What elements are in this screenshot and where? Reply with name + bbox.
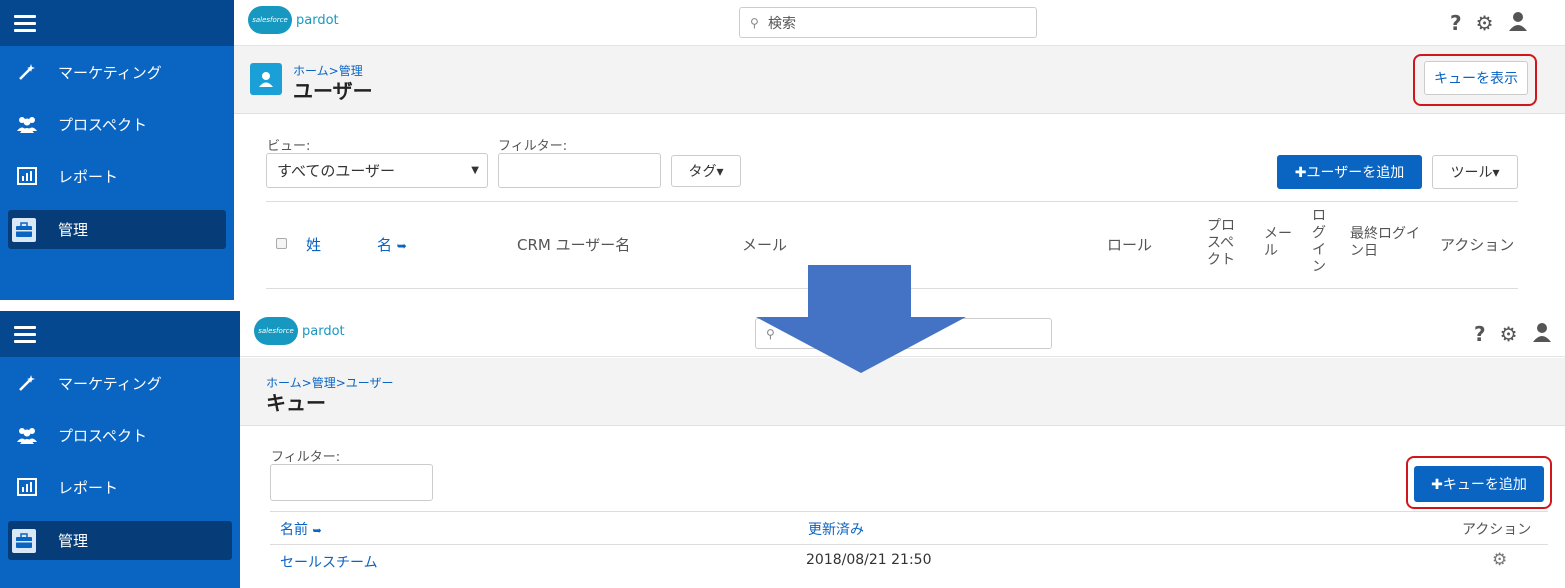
sidebar-header — [0, 311, 240, 357]
col-login: ロ グ イ ン — [1312, 208, 1326, 275]
sidebar-item-reports[interactable]: レポート — [0, 461, 240, 513]
report-icon — [16, 165, 38, 187]
view-label: ビュー: — [267, 139, 311, 154]
page-title: キュー — [266, 391, 326, 415]
divider — [270, 544, 1548, 545]
help-icon[interactable]: ? — [1474, 322, 1486, 347]
filter-input[interactable] — [270, 464, 433, 501]
col-actions: アクション — [1440, 236, 1515, 254]
salesforce-cloud-icon: salesforce — [248, 6, 292, 34]
sidebar: マーケティング プロスペクト レポート 管理 — [0, 0, 234, 300]
col-first-name[interactable]: 名 ➥ — [377, 234, 407, 255]
users-page-screenshot: マーケティング プロスペクト レポート 管理 salesforce pardot — [0, 0, 1565, 300]
pardot-logo[interactable]: salesforce pardot — [254, 317, 345, 345]
sidebar-item-label: プロスペクト — [58, 115, 147, 134]
help-icon[interactable]: ? — [1450, 11, 1462, 36]
sidebar-item-admin[interactable]: 管理 — [8, 210, 226, 249]
salesforce-cloud-icon: salesforce — [254, 317, 298, 345]
sidebar-item-label: マーケティング — [58, 63, 162, 82]
col-updated[interactable]: 更新済み — [808, 519, 864, 539]
highlight-box — [1413, 54, 1537, 106]
sidebar-item-admin[interactable]: 管理 — [8, 521, 232, 560]
sidebar-item-marketing[interactable]: マーケティング — [0, 357, 240, 409]
top-right-icons: ? ⚙ — [1450, 11, 1528, 36]
filter-label: フィルター: — [271, 450, 341, 465]
briefcase-icon — [12, 528, 36, 553]
queue-updated: 2018/08/21 21:50 — [806, 552, 932, 568]
gear-icon[interactable]: ⚙ — [1500, 322, 1518, 347]
report-icon — [16, 476, 38, 498]
page-header: ホーム>管理 ユーザー キューを表示 — [234, 46, 1565, 114]
sort-icon: ➥ — [312, 524, 322, 537]
col-mail: メー ル — [1264, 226, 1292, 259]
tag-button[interactable]: タグ▾ — [671, 155, 741, 187]
sidebar-header — [0, 0, 234, 46]
sidebar-item-marketing[interactable]: マーケティング — [0, 46, 234, 98]
sidebar-item-label: マーケティング — [58, 374, 162, 393]
col-last-name[interactable]: 姓 — [306, 234, 321, 255]
sidebar-item-label: プロスペクト — [58, 426, 147, 445]
users-icon — [16, 113, 38, 135]
highlight-box — [1406, 456, 1552, 509]
pardot-logo[interactable]: salesforce pardot — [248, 6, 339, 34]
col-last-login: 最終ログイ ン日 — [1350, 226, 1420, 259]
sidebar-item-prospects[interactable]: プロスペクト — [0, 98, 234, 150]
hamburger-menu-icon[interactable] — [14, 325, 36, 343]
divider — [266, 201, 1518, 202]
sidebar-item-label: 管理 — [58, 532, 89, 550]
top-nav-bar: salesforce pardot ⚲ 検索 ? ⚙ — [234, 0, 1565, 46]
col-actions: アクション — [1462, 522, 1532, 538]
col-role: ロール — [1107, 236, 1153, 254]
search-input[interactable]: ⚲ 検索 — [739, 7, 1037, 38]
caret-down-icon: ▼ — [471, 165, 479, 176]
top-right-icons: ? ⚙ — [1474, 322, 1552, 347]
sidebar-item-label: レポート — [58, 478, 119, 497]
sidebar-item-label: レポート — [58, 167, 119, 186]
magic-wand-icon — [16, 372, 38, 394]
sidebar: マーケティング プロスペクト レポート 管理 — [0, 311, 240, 588]
col-name[interactable]: 名前 ➥ — [280, 519, 322, 539]
down-arrow-icon — [756, 265, 966, 373]
filter-input[interactable] — [498, 153, 661, 188]
sidebar-item-reports[interactable]: レポート — [0, 150, 234, 202]
sidebar-item-label: 管理 — [58, 221, 89, 239]
tools-button[interactable]: ツール▾ — [1432, 155, 1518, 189]
briefcase-icon — [12, 217, 36, 242]
col-email: メール — [742, 236, 788, 254]
users-icon — [16, 424, 38, 446]
view-select[interactable]: すべてのユーザー ▼ — [266, 153, 488, 188]
hamburger-menu-icon[interactable] — [14, 14, 36, 32]
filter-label: フィルター: — [498, 139, 568, 154]
row-gear-icon[interactable]: ⚙ — [1492, 550, 1507, 570]
user-page-icon — [250, 63, 282, 95]
gear-icon[interactable]: ⚙ — [1476, 11, 1494, 36]
select-all-checkbox[interactable] — [276, 238, 287, 249]
user-profile-icon[interactable] — [1508, 11, 1528, 36]
queue-name-link[interactable]: セールスチーム — [280, 552, 378, 572]
user-profile-icon[interactable] — [1532, 322, 1552, 347]
col-crm-user: CRM ユーザー名 — [517, 236, 631, 254]
sort-icon: ➥ — [396, 239, 407, 253]
add-user-button[interactable]: ✚ユーザーを追加 — [1277, 155, 1422, 189]
magic-wand-icon — [16, 61, 38, 83]
col-prospect: プロ スペ クト — [1207, 218, 1235, 268]
sidebar-item-prospects[interactable]: プロスペクト — [0, 409, 240, 461]
search-icon: ⚲ — [750, 15, 759, 30]
divider — [270, 511, 1548, 512]
breadcrumb-users[interactable]: ユーザー — [346, 376, 394, 390]
page-title: ユーザー — [293, 79, 373, 103]
